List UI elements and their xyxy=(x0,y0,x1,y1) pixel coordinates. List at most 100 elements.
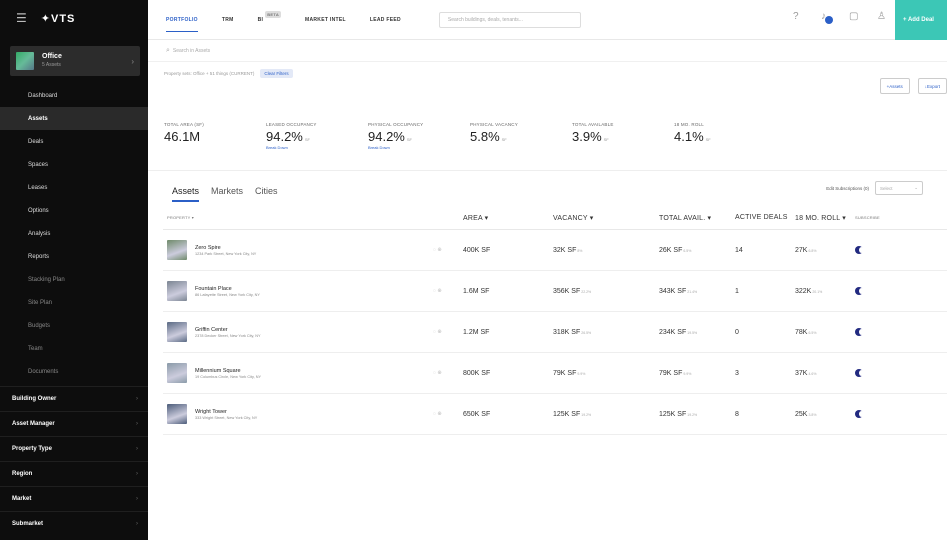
table-row[interactable]: Zero Spire 1234 Park Street, New York Cit… xyxy=(163,230,947,271)
sidebar-item-options[interactable]: Options xyxy=(0,199,148,222)
table-row[interactable]: Millennium Square 19 Columbus Circle, New… xyxy=(163,353,947,394)
workspace-thumbnail xyxy=(16,52,34,70)
sidebar-item-documents[interactable]: Documents xyxy=(0,360,148,383)
tab-cities[interactable]: Cities xyxy=(255,186,278,200)
sidebar-item-analysis[interactable]: Analysis xyxy=(0,222,148,245)
info-icon[interactable]: ⊕ xyxy=(437,247,441,253)
subscribe-toggle[interactable] xyxy=(855,287,864,295)
tab-lead-feed[interactable]: LEAD FEED xyxy=(362,0,417,40)
subscribe-toggle[interactable] xyxy=(855,369,864,377)
property-thumbnail xyxy=(167,404,187,424)
property-name[interactable]: Zero Spire xyxy=(195,245,256,251)
cell-subscribe xyxy=(855,246,895,254)
table-row[interactable]: Fountain Place 86 Lafayette Street, New Y… xyxy=(163,271,947,312)
tab-portfolio[interactable]: PORTFOLIO xyxy=(158,0,214,40)
break-down-link[interactable]: Break Down xyxy=(368,145,470,150)
tab-market-intel[interactable]: MARKET INTEL xyxy=(297,0,362,40)
cell-property: Millennium Square 19 Columbus Circle, New… xyxy=(163,363,433,383)
clear-filters-button[interactable]: Clear Filters xyxy=(260,68,293,78)
table-row[interactable]: Griffin Center 2378 Decker Street, New Yo… xyxy=(163,312,947,353)
col-total-avail[interactable]: TOTAL AVAIL. ▾ xyxy=(659,214,731,222)
col-vacancy[interactable]: VACANCY ▾ xyxy=(553,214,659,222)
filter-asset-manager[interactable]: Asset Manager › xyxy=(0,411,148,436)
sidebar-item-stacking-plan[interactable]: Stacking Plan xyxy=(0,268,148,291)
col-property[interactable]: PROPERTY ▾ xyxy=(163,215,433,220)
info-icon[interactable]: ⊕ xyxy=(437,329,441,335)
tab-assets[interactable]: Assets xyxy=(172,186,200,202)
eye-icon[interactable]: ◌ xyxy=(433,288,436,294)
table-row[interactable]: Wright Tower 333 Wright Street, New York … xyxy=(163,394,947,435)
property-name[interactable]: Griffin Center xyxy=(195,327,261,333)
col-roll[interactable]: 18 MO. ROLL ▾ xyxy=(795,214,855,222)
avail-pct: 19.5% xyxy=(687,330,698,335)
tab-trm[interactable]: TRM xyxy=(214,0,250,40)
subscriptions-select[interactable]: Select ⌄ xyxy=(875,181,923,195)
col-area[interactable]: AREA ▾ xyxy=(463,214,553,222)
sidebar-item-dashboard[interactable]: Dashboard xyxy=(0,84,148,107)
roll-value: 78K xyxy=(795,328,808,336)
filter-market[interactable]: Market › xyxy=(0,486,148,511)
filter-building-owner[interactable]: Building Owner › xyxy=(0,386,148,411)
sidebar-item-budgets[interactable]: Budgets xyxy=(0,314,148,337)
filter-property-type[interactable]: Property Type › xyxy=(0,436,148,461)
property-name[interactable]: Fountain Place xyxy=(195,286,260,292)
filter-submarket[interactable]: Submarket › xyxy=(0,511,148,536)
user-icon[interactable]: ♙ xyxy=(877,12,887,22)
eye-icon[interactable]: ◌ xyxy=(433,411,436,417)
hamburger-icon[interactable]: ☰ xyxy=(16,11,27,25)
stat-leased-occupancy: LEASED OCCUPANCY 94.2% SF Break Down xyxy=(266,122,368,168)
assets-search-input[interactable]: Search in Assets xyxy=(173,48,210,54)
filter-label: Market xyxy=(12,496,32,502)
cell-total-avail: 26K SF6.5% xyxy=(659,247,731,254)
edit-subscriptions-link[interactable]: Edit Subscriptions (0) xyxy=(826,186,869,191)
stat-unit: SF xyxy=(304,137,310,142)
stat-value: 3.9% xyxy=(572,129,602,144)
roll-value: 27K xyxy=(795,246,808,254)
tab-bi[interactable]: BI BETA xyxy=(250,0,297,40)
export-button[interactable]: ↓ Export xyxy=(917,78,947,94)
cell-subscribe xyxy=(855,410,895,418)
eye-icon[interactable]: ◌ xyxy=(433,247,436,253)
cell-active-deals: 0 xyxy=(735,328,739,336)
sidebar-item-deals[interactable]: Deals xyxy=(0,130,148,153)
sidebar-item-spaces[interactable]: Spaces xyxy=(0,153,148,176)
info-icon[interactable]: ⊕ xyxy=(437,411,441,417)
calendar-icon[interactable]: ▢ xyxy=(849,12,859,22)
filter-label: Region xyxy=(12,471,33,477)
subscribe-toggle[interactable] xyxy=(855,410,864,418)
assets-search[interactable]: ⌕ Search in Assets xyxy=(148,40,947,62)
cell-icons: ◌ ⊕ xyxy=(433,370,463,376)
select-placeholder: Select xyxy=(880,185,893,191)
property-name[interactable]: Wright Tower xyxy=(195,409,257,415)
vacancy-value: 32K SF xyxy=(553,246,577,254)
sidebar-item-leases[interactable]: Leases xyxy=(0,176,148,199)
global-search-input[interactable]: Search buildings, deals, tenants... xyxy=(438,11,581,28)
col-active-deals[interactable]: ACTIVE DEALS xyxy=(731,214,795,221)
info-icon[interactable]: ⊕ xyxy=(437,288,441,294)
sidebar-item-reports[interactable]: Reports xyxy=(0,245,148,268)
sidebar-item-assets[interactable]: Assets xyxy=(0,107,148,130)
help-icon[interactable]: ? xyxy=(793,12,803,22)
chevron-right-icon: › xyxy=(136,521,138,527)
filter-region[interactable]: Region › xyxy=(0,461,148,486)
subscribe-toggle[interactable] xyxy=(855,328,864,336)
property-address: 1234 Park Street, New York City, NY xyxy=(195,251,257,256)
subscribe-toggle[interactable] xyxy=(855,246,864,254)
assets-button[interactable]: + Assets xyxy=(879,78,910,94)
eye-icon[interactable]: ◌ xyxy=(433,329,436,335)
stat-roll: 18 MO. ROLL 4.1% SF xyxy=(674,122,776,168)
sidebar-item-team[interactable]: Team xyxy=(0,337,148,360)
info-icon[interactable]: ⊕ xyxy=(437,370,441,376)
vts-logo[interactable]: ✦VTS xyxy=(41,12,76,25)
property-name[interactable]: Millennium Square xyxy=(195,368,261,374)
stat-value: 5.8% xyxy=(470,129,500,144)
avail-value: 343K SF xyxy=(659,287,687,295)
cell-property: Griffin Center 2378 Decker Street, New Yo… xyxy=(163,322,433,342)
workspace-switcher[interactable]: Office 5 Assets › xyxy=(10,46,140,76)
notifications-icon[interactable]: ♪ xyxy=(821,12,833,24)
eye-icon[interactable]: ◌ xyxy=(433,370,436,376)
sidebar-item-site-plan[interactable]: Site Plan xyxy=(0,291,148,314)
add-deal-button[interactable]: + Add Deal xyxy=(895,0,947,40)
break-down-link[interactable]: Break Down xyxy=(266,145,368,150)
tab-markets[interactable]: Markets xyxy=(211,186,243,200)
